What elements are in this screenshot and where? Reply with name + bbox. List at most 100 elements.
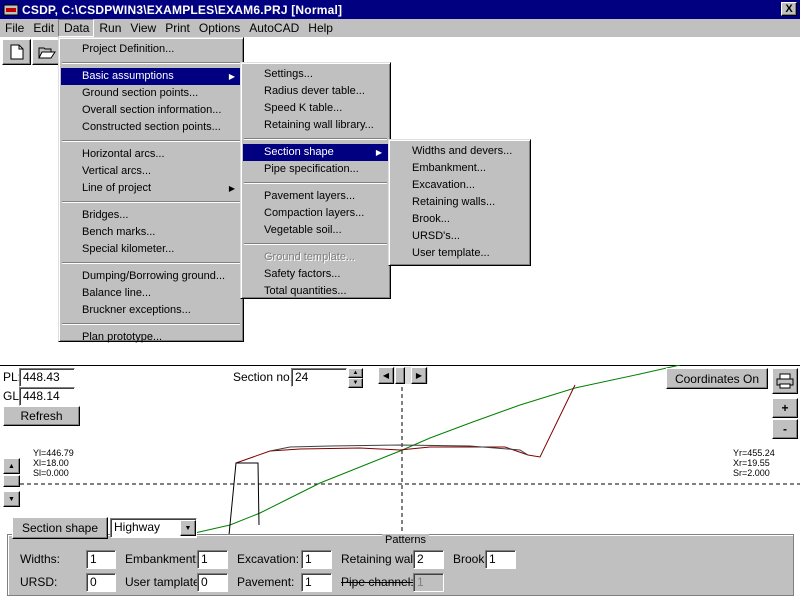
menu-edit[interactable]: Edit xyxy=(28,19,58,37)
vertical-scroll-thumb[interactable] xyxy=(3,475,20,487)
submenu-arrow-icon: ▶ xyxy=(228,72,235,81)
yl-value: Yl=446.79 xyxy=(33,448,74,458)
menu-item-pavement-layers[interactable]: Pavement layers... xyxy=(243,188,388,205)
user-template-label: User tamplate: xyxy=(125,575,204,589)
menu-item-user-template[interactable]: User template... xyxy=(391,245,528,262)
menu-options[interactable]: Options xyxy=(194,19,244,37)
arrow-down-icon: ▼ xyxy=(8,495,15,503)
pl-input[interactable]: 448.43 xyxy=(19,368,75,387)
menu-item-settings[interactable]: Settings... xyxy=(243,66,388,83)
widths-input[interactable]: 1 xyxy=(86,550,116,569)
new-file-button[interactable] xyxy=(2,39,31,65)
menu-item-widths-and-devers[interactable]: Widths and devers... xyxy=(391,143,528,160)
menu-view[interactable]: View xyxy=(125,19,160,37)
chevron-down-icon: ▼ xyxy=(184,524,192,532)
scroll-right-button[interactable]: ▶ xyxy=(411,367,427,384)
menu-file[interactable]: File xyxy=(0,19,28,37)
zoom-out-button[interactable]: - xyxy=(772,419,798,439)
pipe-channel-label: Pipe channel: xyxy=(341,575,414,589)
menu-separator xyxy=(244,243,387,245)
data-menu: Project Definition... Basic assumptions ▶… xyxy=(58,37,244,343)
menu-item-plan-prototype[interactable]: Plan prototype... xyxy=(61,329,241,346)
title-bar: CSDP, C:\CSDPWIN3\EXAMPLES\EXAM6.PRJ [No… xyxy=(0,0,800,19)
arrow-up-icon: ▲ xyxy=(352,370,359,376)
excavation-input[interactable]: 1 xyxy=(301,550,332,569)
shape-type-dropdown-button[interactable]: ▼ xyxy=(180,520,196,536)
menu-separator xyxy=(244,138,387,140)
menu-item-special-kilometer[interactable]: Special kilometer... xyxy=(61,241,241,258)
menu-autocad[interactable]: AutoCAD xyxy=(244,19,303,37)
menu-help[interactable]: Help xyxy=(303,19,337,37)
open-folder-icon xyxy=(37,47,56,58)
menu-data[interactable]: Data xyxy=(58,19,95,37)
gl-input[interactable]: 448.14 xyxy=(19,387,75,406)
menu-item-excavation[interactable]: Excavation... xyxy=(391,177,528,194)
menu-print[interactable]: Print xyxy=(160,19,194,37)
sr-value: Sr=2.000 xyxy=(733,468,770,478)
menu-item-total-quantities[interactable]: Total quantities... xyxy=(243,283,388,300)
menu-bar: File Edit Data Run View Print Options Au… xyxy=(0,19,800,37)
zoom-in-button[interactable]: + xyxy=(772,398,798,418)
menu-item-overall-section-information[interactable]: Overall section information... xyxy=(61,102,241,119)
menu-item-pipe-specification[interactable]: Pipe specification... xyxy=(243,161,388,178)
menu-item-safety-factors[interactable]: Safety factors... xyxy=(243,266,388,283)
print-button[interactable] xyxy=(772,368,798,394)
menu-item-retaining-wall-library[interactable]: Retaining wall library... xyxy=(243,117,388,134)
menu-item-vegetable-soil[interactable]: Vegetable soil... xyxy=(243,222,388,239)
retaining-wall-label: Retaining wall: xyxy=(341,552,420,566)
menu-item-compaction-layers[interactable]: Compaction layers... xyxy=(243,205,388,222)
submenu-arrow-icon: ▶ xyxy=(375,148,382,157)
menu-item-retaining-walls[interactable]: Retaining walls... xyxy=(391,194,528,211)
printer-icon xyxy=(776,373,794,389)
embankment-label: Embankment: xyxy=(125,552,200,566)
section-no-down-button[interactable]: ▼ xyxy=(348,378,363,388)
menu-item-vertical-arcs[interactable]: Vertical arcs... xyxy=(61,163,241,180)
menu-item-bridges[interactable]: Bridges... xyxy=(61,207,241,224)
close-button[interactable]: X xyxy=(781,2,797,16)
scroll-left-button[interactable]: ◀ xyxy=(378,367,394,384)
menu-item-section-shape[interactable]: Section shape ▶ xyxy=(243,144,388,161)
ursd-input[interactable]: 0 xyxy=(86,573,116,592)
scroll-thumb[interactable] xyxy=(395,367,405,384)
menu-item-bench-marks[interactable]: Bench marks... xyxy=(61,224,241,241)
retaining-wall-input[interactable]: 2 xyxy=(413,550,444,569)
menu-item-label: Basic assumptions xyxy=(82,70,174,82)
section-no-input[interactable]: 24 xyxy=(291,368,347,387)
menu-item-brook[interactable]: Brook... xyxy=(391,211,528,228)
menu-item-ground-section-points[interactable]: Ground section points... xyxy=(61,85,241,102)
scroll-up-button[interactable]: ▲ xyxy=(3,458,20,474)
arrow-right-icon: ▶ xyxy=(415,371,423,380)
left-info-block: Yl=446.79 Xl=18.00 Sl=0.000 xyxy=(33,448,74,478)
coordinates-on-button[interactable]: Coordinates On xyxy=(666,368,768,389)
widths-label: Widths: xyxy=(20,552,61,566)
menu-item-basic-assumptions[interactable]: Basic assumptions ▶ xyxy=(61,68,241,85)
scroll-down-button[interactable]: ▼ xyxy=(3,491,20,507)
section-shape-button[interactable]: Section shape xyxy=(12,517,108,539)
pavement-input[interactable]: 1 xyxy=(301,573,332,592)
submenu-arrow-icon: ▶ xyxy=(228,184,235,193)
right-info-block: Yr=455.24 Xr=19.55 Sr=2.000 xyxy=(733,448,775,478)
menu-item-line-of-project[interactable]: Line of project ▶ xyxy=(61,180,241,197)
menu-item-balance-line[interactable]: Balance line... xyxy=(61,285,241,302)
menu-item-dumping-borrowing-ground[interactable]: Dumping/Borrowing ground... xyxy=(61,268,241,285)
embankment-input[interactable]: 1 xyxy=(197,550,228,569)
refresh-button[interactable]: Refresh xyxy=(3,406,80,426)
pipe-channel-input: 1 xyxy=(413,573,444,592)
menu-item-project-definition[interactable]: Project Definition... xyxy=(61,41,241,58)
menu-item-speed-k-table[interactable]: Speed K table... xyxy=(243,100,388,117)
window-title: CSDP, C:\CSDPWIN3\EXAMPLES\EXAM6.PRJ [No… xyxy=(22,2,343,17)
menu-item-bruckner-exceptions[interactable]: Bruckner exceptions... xyxy=(61,302,241,319)
menu-run[interactable]: Run xyxy=(94,19,125,37)
menu-item-embankment[interactable]: Embankment... xyxy=(391,160,528,177)
menu-separator xyxy=(62,323,240,325)
section-no-up-button[interactable]: ▲ xyxy=(348,368,363,378)
menu-item-radius-dever-table[interactable]: Radius dever table... xyxy=(243,83,388,100)
section-shape-submenu: Widths and devers... Embankment... Excav… xyxy=(388,139,531,266)
open-file-button[interactable] xyxy=(32,39,61,65)
menu-item-horizontal-arcs[interactable]: Horizontal arcs... xyxy=(61,146,241,163)
menu-item-constructed-section-points[interactable]: Constructed section points... xyxy=(61,119,241,136)
sl-value: Sl=0.000 xyxy=(33,468,69,478)
user-template-input[interactable]: 0 xyxy=(197,573,228,592)
brook-input[interactable]: 1 xyxy=(485,550,516,569)
menu-item-ursds[interactable]: URSD's... xyxy=(391,228,528,245)
